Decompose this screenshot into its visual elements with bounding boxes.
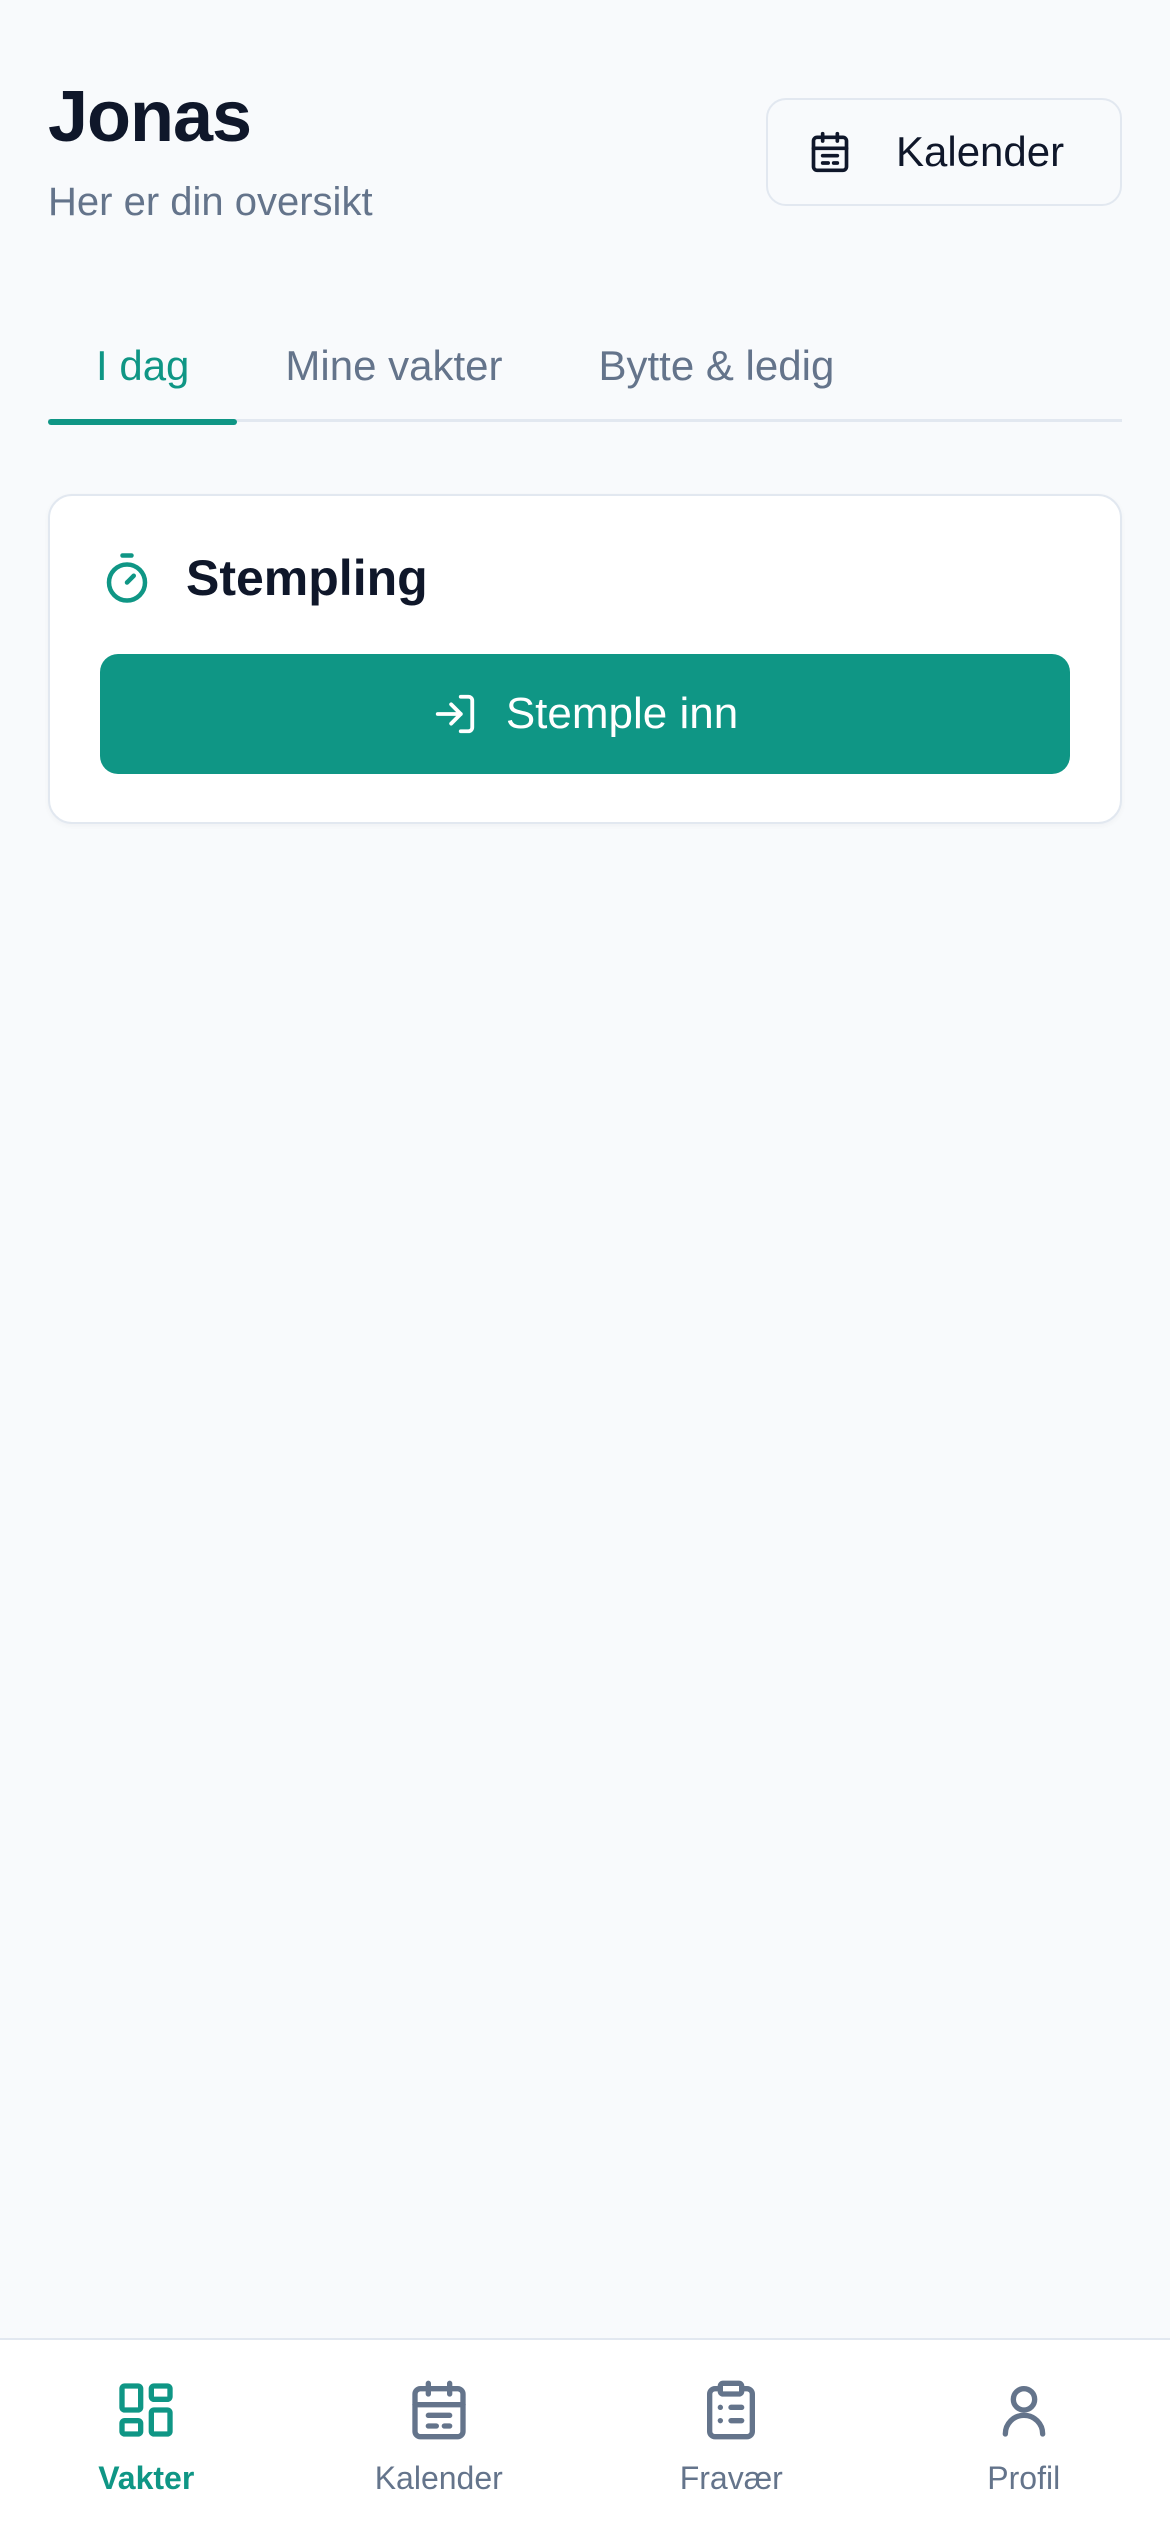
nav-item-calendar[interactable]: Kalender — [293, 2340, 586, 2532]
app-screen: Jonas Her er din oversikt Kalender I dag — [0, 0, 1170, 2532]
user-name: Jonas — [48, 77, 252, 157]
tab-swap-available[interactable]: Bytte & ledig — [551, 310, 883, 422]
log-in-icon — [432, 691, 478, 737]
page-subtitle: Her er din oversikt — [48, 180, 373, 224]
clock-in-button[interactable]: Stemple inn — [100, 654, 1070, 774]
user-icon — [992, 2378, 1056, 2442]
stamping-card: Stempling Stemple inn — [48, 494, 1122, 824]
tab-today[interactable]: I dag — [48, 310, 238, 425]
calendar-button[interactable]: Kalender — [766, 98, 1122, 206]
layout-grid-icon — [114, 2378, 178, 2442]
clipboard-list-icon — [699, 2378, 763, 2442]
calendar-icon — [407, 2378, 471, 2442]
stopwatch-icon — [100, 551, 154, 605]
stamping-card-title: Stempling — [186, 550, 428, 606]
calendar-icon — [808, 130, 852, 174]
clock-in-button-label: Stemple inn — [505, 689, 739, 738]
nav-item-shifts[interactable]: Vakter — [0, 2340, 293, 2532]
nav-item-calendar-label: Kalender — [374, 2460, 503, 2496]
nav-item-profile-label: Profil — [987, 2460, 1061, 2496]
tab-swap-available-label: Bytte & ledig — [598, 342, 835, 389]
tab-my-shifts[interactable]: Mine vakter — [237, 310, 550, 422]
tab-bar: I dag Mine vakter Bytte & ledig — [48, 310, 1122, 425]
nav-item-shifts-label: Vakter — [98, 2460, 195, 2496]
calendar-button-label: Kalender — [896, 128, 1065, 175]
nav-item-absence-label: Fravær — [679, 2460, 783, 2496]
tab-my-shifts-label: Mine vakter — [285, 342, 503, 389]
page-header: Jonas Her er din oversikt Kalender — [48, 70, 1122, 240]
nav-item-absence[interactable]: Fravær — [585, 2340, 878, 2532]
stamping-card-header: Stempling — [100, 546, 428, 610]
nav-item-profile[interactable]: Profil — [878, 2340, 1170, 2532]
tab-today-label: I dag — [96, 342, 190, 389]
bottom-navigation: Vakter Kalender Fravær Profil — [0, 2338, 1170, 2532]
